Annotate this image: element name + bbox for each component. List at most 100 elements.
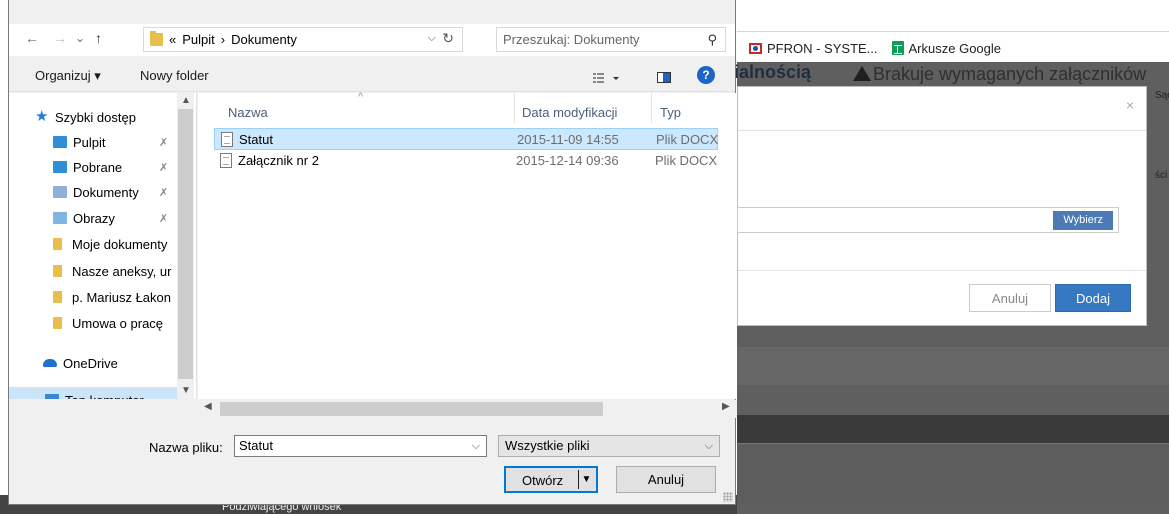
file-row[interactable]: Statut 2015-11-09 14:55 Plik DOCX [214,128,718,150]
modal-close-button[interactable]: × [1126,97,1134,113]
documents-folder-icon [53,186,67,198]
sidebar-item-label: OneDrive [63,355,118,371]
folder-icon [53,238,62,250]
pin-icon[interactable]: ✗ [159,186,168,199]
scroll-down-icon[interactable]: ▼ [181,385,191,396]
upload-modal: × Wybierz Anuluj Dodaj [737,86,1147,326]
back-arrow-icon[interactable]: ← [25,30,39,46]
file-horizontal-scrollbar[interactable]: ◀ ▶ [198,400,737,418]
warning-text: Brakuje wymaganych załączników [873,64,1147,84]
folder-icon [53,317,62,329]
pin-icon[interactable]: ✗ [159,161,168,174]
sidebar-item-pulpit[interactable]: Pulpit ✗ [9,129,179,155]
docx-file-icon [220,153,232,168]
sidebar-item-dokumenty[interactable]: Dokumenty ✗ [9,179,179,205]
open-button[interactable]: Otwórz ▼ [504,466,598,493]
scroll-right-icon[interactable]: ▶ [722,401,730,412]
new-folder-button[interactable]: Nowy folder [140,68,209,83]
bookmark-sheets-label: Arkusze Google [908,40,1002,56]
modal-add-button[interactable]: Dodaj [1055,284,1131,312]
file-type-dropdown-icon: ⌵ [704,440,713,452]
google-sheets-icon [891,41,904,55]
warning-icon [853,66,871,81]
refresh-icon[interactable]: ↻ [442,30,454,47]
folder-icon [53,291,62,303]
sidebar-item-moje-dokumenty[interactable]: Moje dokumenty [9,231,179,257]
sidebar-item-ten-komputer[interactable]: Ten komputer [9,387,179,399]
folder-icon [150,31,163,46]
search-placeholder: Przeszukaj: Dokumenty [503,32,640,47]
page-strip [737,347,1169,385]
search-input[interactable]: Przeszukaj: Dokumenty ⚲ [496,27,726,52]
preview-pane-icon[interactable] [657,71,671,83]
sidebar-item-szybki-dostęp[interactable]: ★ Szybki dostęp [9,104,179,130]
view-options-icon[interactable] [593,71,619,83]
cancel-button[interactable]: Anuluj [616,466,716,493]
bookmark-pfron[interactable]: PFRON - SYSTE... [749,41,878,56]
organize-menu-button[interactable]: Organizuj ▾ [35,68,101,84]
command-bar: Organizuj ▾ Nowy folder ? [9,60,735,92]
sidebar-item-p-mariusz-łakon[interactable]: p. Mariusz Łakon [9,284,179,310]
breadcrumb-pulpit[interactable]: Pulpit [182,32,215,47]
open-file-dialog: ← → ⌄ ↑ « Pulpit › Dokumenty ⌵ ↻ Przeszu… [8,0,737,505]
up-arrow-icon[interactable]: ↑ [95,30,102,46]
sidebar-item-onedrive[interactable]: OneDrive [9,350,179,376]
file-type-select[interactable]: Wszystkie pliki ⌵ [498,435,720,457]
pin-icon[interactable]: ✗ [159,212,168,225]
sidebar-item-pobrane[interactable]: Pobrane ✗ [9,154,179,180]
bookmark-google-sheets[interactable]: Arkusze Google [891,40,1002,56]
modal-cancel-button[interactable]: Anuluj [969,284,1051,312]
sidebar-item-label: Moje dokumenty [72,236,168,252]
column-header-type[interactable]: Typ [660,105,681,120]
help-icon[interactable]: ? [697,66,715,84]
file-row[interactable]: Załącznik nr 2 2015-12-14 09:36 Plik DOCX [214,150,718,172]
search-icon: ⚲ [707,32,717,47]
sidebar-item-umowa-o-pracę[interactable]: Umowa o pracę [9,310,179,336]
open-button-label: Otwórz [522,473,564,488]
onedrive-cloud-icon [43,359,57,367]
column-header-modified[interactable]: Data modyfikacji [522,105,617,120]
forward-arrow-icon[interactable]: → [53,30,67,46]
navigation-row: ← → ⌄ ↑ « Pulpit › Dokumenty ⌵ ↻ Przeszu… [9,24,735,56]
choose-file-button[interactable]: Wybierz [1053,211,1113,230]
desktop-folder-icon [53,136,67,148]
sidebar-item-label: Obrazy [73,210,115,226]
file-modified: 2015-12-14 09:36 [516,153,619,168]
open-split-arrow-icon[interactable]: ▼ [578,470,594,489]
sidebar-item-label: p. Mariusz Łakon [72,289,171,305]
resize-grip-icon[interactable] [723,492,733,502]
filename-input[interactable]: Statut ⌵ [234,435,487,457]
horizontal-scroll-thumb[interactable] [220,402,603,416]
downloads-folder-icon [53,161,67,173]
sidebar-item-label: Pulpit [73,134,106,150]
nav-scroll-thumb[interactable] [178,109,193,379]
modal-footer: Anuluj Dodaj [738,270,1146,326]
bookmark-pfron-label: PFRON - SYSTE... [767,40,878,56]
file-type: Plik DOCX [656,132,719,147]
column-header-name[interactable]: Nazwa [228,105,268,120]
browser-address-bar[interactable] [737,10,1169,32]
filename-dropdown-icon[interactable]: ⌵ [472,436,480,456]
nav-vertical-scrollbar[interactable]: ▲ ▼ [177,93,194,399]
address-overflow[interactable]: « [169,32,176,47]
breadcrumb-dokumenty[interactable]: Dokumenty [231,32,297,47]
pin-icon[interactable]: ✗ [159,136,168,149]
warning-message: Brakuje wymaganych załączników [853,64,1146,85]
sidebar-item-nasze-aneksy-ur[interactable]: Nasze aneksy, ur [9,258,179,284]
pfron-icon [749,42,762,54]
scroll-up-icon[interactable]: ▲ [181,95,191,106]
recent-locations-chevron-icon[interactable]: ⌄ [75,31,85,45]
sidebar-item-obrazy[interactable]: Obrazy ✗ [9,205,179,231]
sidebar-item-label: Pobrane [73,159,123,175]
file-modified: 2015-11-09 14:55 [517,132,619,147]
address-bar[interactable]: « Pulpit › Dokumenty ⌵ ↻ [143,27,463,52]
quick-access-star-icon: ★ [35,108,49,125]
filename-label: Nazwa pliku: [149,440,223,455]
bookmarks-bar: PFRON - SYSTE... Arkusze Google [737,34,1169,62]
modal-file-input[interactable]: Wybierz [737,207,1119,233]
edge-text-1: Sąc [1155,90,1169,101]
address-dropdown-icon[interactable]: ⌵ [428,32,436,45]
pictures-folder-icon [53,212,67,224]
scroll-left-icon[interactable]: ◀ [204,401,212,412]
modal-header [738,87,1146,131]
